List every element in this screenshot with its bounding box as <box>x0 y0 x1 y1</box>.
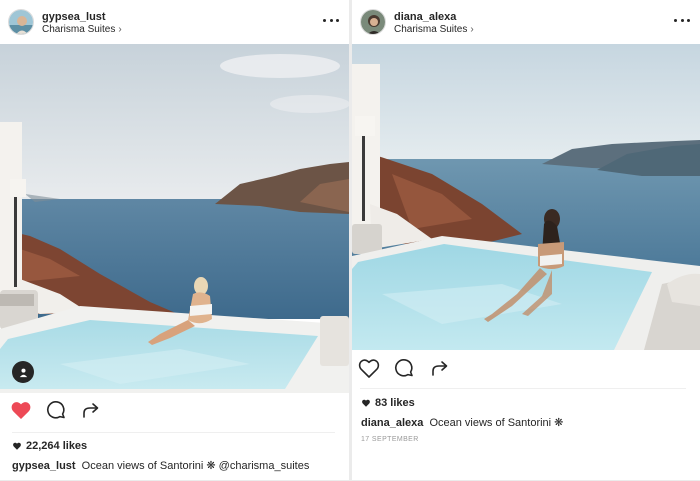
small-heart-icon <box>13 442 21 450</box>
divider <box>360 388 686 389</box>
likes-text: 22,264 likes <box>26 440 88 452</box>
caption-mention[interactable]: @charisma_suites <box>219 460 310 472</box>
post-header: gypsea_lust Charisma Suites › <box>0 0 349 44</box>
caption: diana_alexa Ocean views of Santorini ❋ <box>361 416 563 429</box>
post-actions <box>352 356 700 384</box>
caption-emoji: ❋ <box>206 460 216 472</box>
chevron-right-icon: › <box>118 24 122 35</box>
post-photo[interactable] <box>352 44 700 350</box>
caption-username[interactable]: gypsea_lust <box>12 460 76 472</box>
heart-icon[interactable] <box>357 356 381 380</box>
location-link[interactable]: Charisma Suites › <box>42 24 122 35</box>
likes-text: 83 likes <box>375 397 415 409</box>
post-header: diana_alexa Charisma Suites › <box>352 0 700 44</box>
post-date: 17 SEPTEMBER <box>361 436 419 443</box>
post-card-diana-alexa: diana_alexa Charisma Suites › 83 likes d… <box>352 0 700 480</box>
post-photo[interactable] <box>0 44 349 393</box>
small-heart-icon <box>362 399 370 407</box>
heart-icon[interactable] <box>9 398 33 422</box>
caption-text: Ocean views of Santorini <box>81 460 204 472</box>
like-count[interactable]: 83 likes <box>361 397 415 409</box>
location-link[interactable]: Charisma Suites › <box>394 24 474 35</box>
avatar[interactable] <box>360 9 386 35</box>
post-actions <box>0 398 349 426</box>
more-options-icon[interactable] <box>323 13 339 27</box>
share-icon[interactable] <box>428 356 452 380</box>
caption-text: Ocean views of Santorini <box>429 417 552 429</box>
comment-icon[interactable] <box>44 398 68 422</box>
caption: gypsea_lust Ocean views of Santorini ❋ @… <box>12 459 309 472</box>
location-label: Charisma Suites <box>394 24 468 35</box>
caption-emoji: ❋ <box>554 417 564 429</box>
comment-icon[interactable] <box>392 356 416 380</box>
username[interactable]: diana_alexa <box>394 11 456 23</box>
location-label: Charisma Suites <box>42 24 116 35</box>
username[interactable]: gypsea_lust <box>42 11 106 23</box>
caption-username[interactable]: diana_alexa <box>361 417 423 429</box>
share-icon[interactable] <box>79 398 103 422</box>
like-count[interactable]: 22,264 likes <box>12 440 87 452</box>
more-options-icon[interactable] <box>674 13 690 27</box>
post-card-gypsea-lust: gypsea_lust Charisma Suites › 22,264 lik… <box>0 0 349 480</box>
chevron-right-icon: › <box>470 24 474 35</box>
avatar[interactable] <box>8 9 34 35</box>
divider <box>12 432 335 433</box>
user-tag-icon[interactable] <box>12 361 34 383</box>
